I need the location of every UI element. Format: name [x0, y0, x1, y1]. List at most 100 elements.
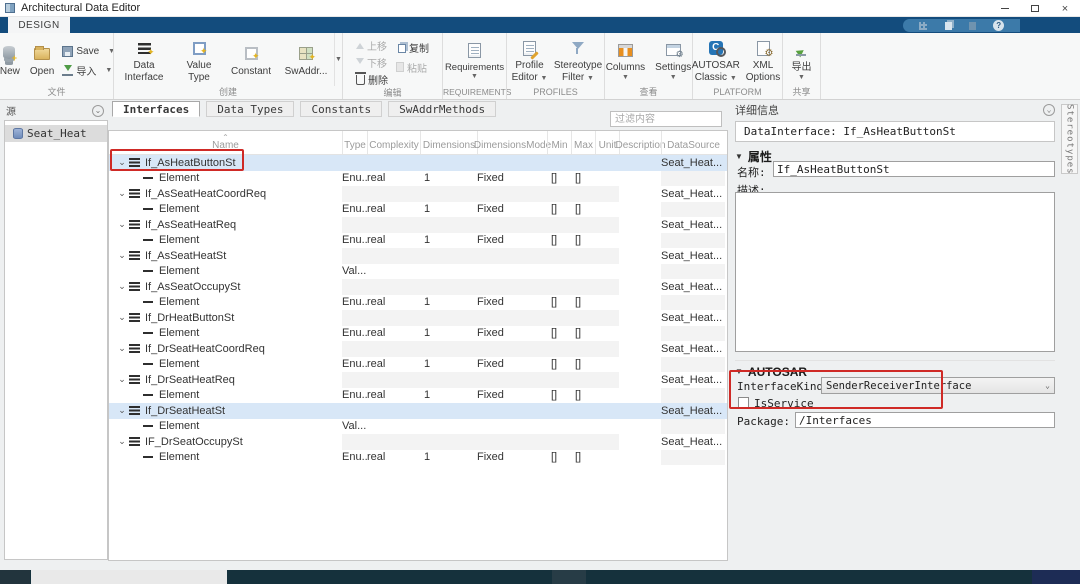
expand-chevron-icon[interactable]: ⌄ — [115, 405, 129, 416]
table-cell — [619, 450, 661, 466]
description-textarea[interactable] — [735, 192, 1055, 352]
open-button[interactable]: Open — [28, 43, 56, 79]
settings-button[interactable]: ⚙ Settings ▼ — [653, 39, 693, 82]
swaddr-icon: ✦ — [299, 44, 313, 64]
paste-button[interactable]: 粘贴 — [396, 59, 429, 75]
element-icon — [143, 425, 153, 427]
expand-chevron-icon[interactable]: ⌄ — [115, 436, 129, 447]
expand-chevron-icon[interactable]: ⌄ — [115, 188, 129, 199]
table-row[interactable]: ElementEnu...real1Fixed[][] — [109, 171, 727, 187]
column-header-type[interactable]: Type — [342, 131, 367, 154]
expand-chevron-icon[interactable]: ⌄ — [115, 219, 129, 230]
data-interface-button[interactable]: ✦ Data Interface — [116, 37, 172, 84]
table-row[interactable]: ⌄If_AsSeatOccupyStSeat_Heat... — [109, 279, 727, 295]
expand-chevron-icon[interactable]: ⌄ — [115, 343, 129, 354]
table-row[interactable]: ⌄If_DrHeatButtonStSeat_Heat... — [109, 310, 727, 326]
table-cell — [547, 248, 571, 264]
paste-icon[interactable] — [968, 21, 977, 30]
table-row[interactable]: ⌄IF_DrSeatOccupyStSeat_Heat... — [109, 434, 727, 450]
table-cell — [342, 341, 367, 357]
column-header-min[interactable]: Min — [547, 131, 571, 154]
table-cell: Seat_Heat... — [661, 279, 725, 295]
profile-editor-button[interactable]: Profile Editor ▼ — [509, 37, 550, 84]
autosar-classic-button[interactable]: C AUTOSAR Classic ▼ — [693, 37, 739, 84]
export-button[interactable]: 导出 ▼ — [790, 39, 814, 82]
tree-item-seat-heat[interactable]: Seat_Heat — [5, 125, 107, 142]
table-cell: [] — [547, 450, 571, 466]
name-input[interactable] — [773, 161, 1055, 177]
columns-button[interactable]: Columns ▼ — [604, 39, 647, 82]
package-input[interactable] — [795, 412, 1055, 428]
table-cell — [619, 248, 661, 264]
layout-grid-icon[interactable] — [919, 21, 928, 30]
create-overflow-button[interactable]: ▼ — [334, 33, 342, 86]
table-row[interactable]: ⌄If_DrSeatHeatStSeat_Heat... — [109, 403, 727, 419]
stereotypes-side-tab[interactable]: Stereotypes — [1061, 104, 1078, 174]
tab-data-types[interactable]: Data Types — [206, 101, 294, 117]
tab-swaddrmethods[interactable]: SwAddrMethods — [388, 101, 496, 117]
table-cell — [477, 248, 547, 264]
column-header-max[interactable]: Max — [571, 131, 595, 154]
maximize-button[interactable] — [1020, 0, 1050, 17]
close-button[interactable]: × — [1050, 0, 1080, 17]
new-button[interactable]: + New — [0, 43, 22, 79]
table-cell: real — [367, 202, 420, 218]
requirements-button[interactable]: Requirements ▼ — [443, 40, 506, 82]
column-header-dimensionsmode[interactable]: DimensionsMode — [477, 131, 547, 154]
constant-button[interactable]: ✦ Constant — [226, 43, 276, 79]
delete-button[interactable]: 删除 — [356, 71, 388, 87]
table-cell — [342, 403, 367, 419]
stereotype-filter-button[interactable]: Stereotype Filter ▼ — [554, 37, 602, 84]
table-row[interactable]: ⌄If_AsSeatHeatCoordReqSeat_Heat... — [109, 186, 727, 202]
table-row[interactable]: ElementEnu...real1Fixed[][] — [109, 326, 727, 342]
table-row[interactable]: ElementVal... — [109, 264, 727, 280]
expand-chevron-icon[interactable]: ⌄ — [115, 312, 129, 323]
filter-input[interactable] — [610, 111, 722, 127]
xml-options-button[interactable]: ⚙ XML Options — [744, 37, 782, 84]
move-down-button[interactable]: 下移 — [356, 54, 388, 70]
column-header-complexity[interactable]: Complexity — [367, 131, 420, 154]
column-header-dimensions[interactable]: Dimensions — [420, 131, 477, 154]
table-row[interactable]: ElementEnu...real1Fixed[][] — [109, 202, 727, 218]
table-row[interactable]: ⌄If_DrSeatHeatCoordReqSeat_Heat... — [109, 341, 727, 357]
table-cell — [477, 372, 547, 388]
expand-chevron-icon[interactable]: ⌄ — [115, 250, 129, 261]
swaddr-button[interactable]: ✦ SwAddr... — [280, 43, 332, 79]
copy-button[interactable]: 复制 — [396, 39, 429, 55]
properties-collapse-triangle-icon: ▼ — [735, 152, 743, 161]
table-row[interactable]: ElementEnu...real1Fixed[][] — [109, 295, 727, 311]
expand-chevron-icon[interactable]: ⌄ — [115, 281, 129, 292]
tab-constants[interactable]: Constants — [300, 101, 382, 117]
table-row[interactable]: ⌄If_AsSeatHeatStSeat_Heat... — [109, 248, 727, 264]
table-row[interactable]: ElementEnu...real1Fixed[][] — [109, 233, 727, 249]
move-up-button[interactable]: 上移 — [356, 37, 388, 53]
details-collapse-icon[interactable]: ⌄ — [1043, 104, 1055, 116]
table-row[interactable]: ElementVal... — [109, 419, 727, 435]
value-type-button[interactable]: ✦ Value Type — [176, 37, 222, 84]
help-icon[interactable]: ? — [993, 20, 1004, 31]
table-cell — [547, 403, 571, 419]
copy-icon[interactable] — [944, 21, 953, 30]
expand-chevron-icon[interactable]: ⌄ — [115, 374, 129, 385]
table-row[interactable]: ⌄If_AsSeatHeatReqSeat_Heat... — [109, 217, 727, 233]
column-header-description[interactable]: Description — [619, 131, 661, 154]
table-cell — [619, 326, 661, 342]
interfaces-table: ⌃NameTypeComplexityDimensionsDimensionsM… — [108, 130, 728, 561]
table-cell: Seat_Heat... — [661, 217, 725, 233]
sources-collapse-icon[interactable]: ⌄ — [92, 105, 104, 117]
table-cell — [342, 217, 367, 233]
table-row[interactable]: ElementEnu...real1Fixed[][] — [109, 450, 727, 466]
element-icon — [143, 208, 153, 210]
tab-design[interactable]: DESIGN — [8, 17, 70, 33]
tab-interfaces[interactable]: Interfaces — [112, 101, 200, 117]
table-row[interactable]: ElementEnu...real1Fixed[][] — [109, 388, 727, 404]
import-button[interactable]: 导入 ▼ — [62, 62, 115, 78]
interface-icon — [129, 344, 140, 353]
save-button[interactable]: Save ▼ — [62, 43, 115, 59]
table-row[interactable]: ElementEnu...real1Fixed[][] — [109, 357, 727, 373]
minimize-button[interactable] — [990, 0, 1020, 17]
import-caret-icon[interactable]: ▼ — [105, 67, 112, 74]
element-icon — [143, 332, 153, 334]
table-row[interactable]: ⌄If_DrSeatHeatReqSeat_Heat... — [109, 372, 727, 388]
column-header-datasource[interactable]: DataSource — [661, 131, 725, 154]
